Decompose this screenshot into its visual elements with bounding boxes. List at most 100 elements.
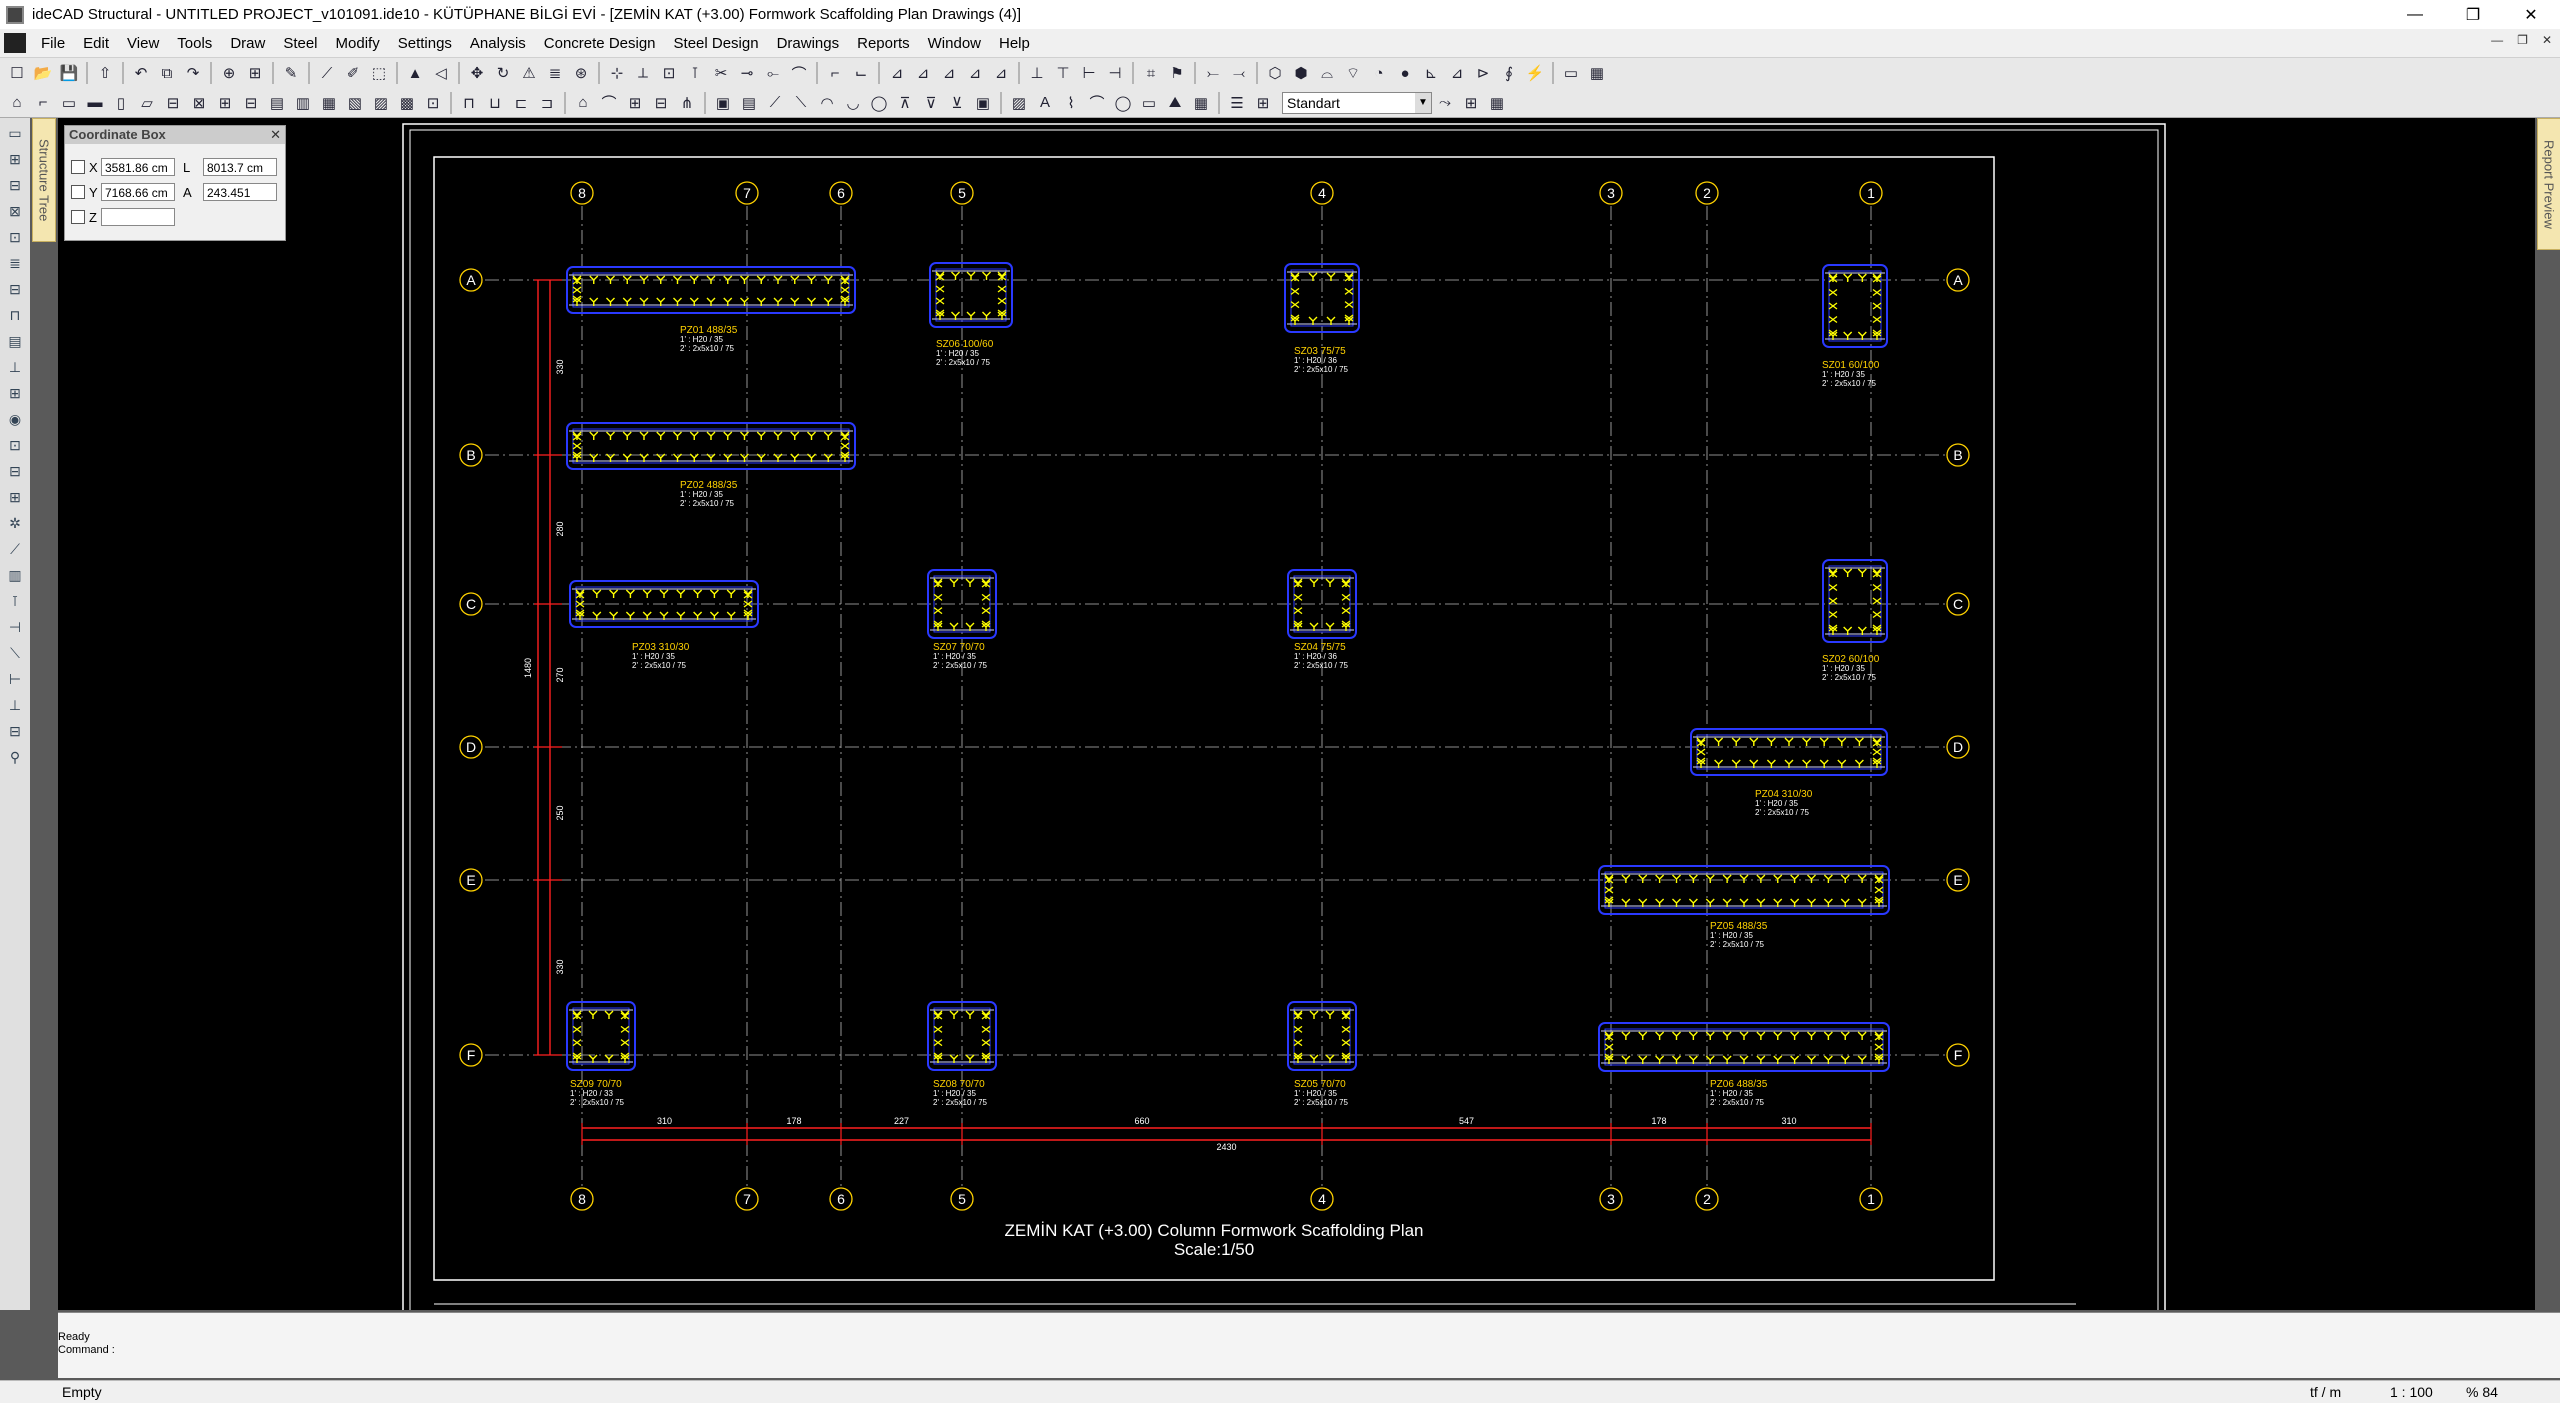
tb2-tool-8-icon[interactable]: ⊞ xyxy=(214,92,236,114)
left-tool-11-icon[interactable]: ◉ xyxy=(4,408,26,430)
tb2-tool-30-icon[interactable]: ▤ xyxy=(738,92,760,114)
tb2-tool-24-icon[interactable]: ⌒ xyxy=(598,92,620,114)
tb2-tool-7-icon[interactable]: ⊠ xyxy=(188,92,210,114)
tb1-tool-22-icon[interactable]: ✥ xyxy=(466,62,488,84)
menu-edit[interactable]: Edit xyxy=(74,35,118,52)
tb2-tool-10-icon[interactable]: ▤ xyxy=(266,92,288,114)
mdi-minimize-button[interactable]: — xyxy=(2491,33,2503,47)
left-tool-9-icon[interactable]: ⊥ xyxy=(4,356,26,378)
z-field[interactable] xyxy=(101,208,175,226)
tb1-tool-59-icon[interactable]: ⌓ xyxy=(1316,62,1338,84)
tb2-tool-19-icon[interactable]: ⊔ xyxy=(484,92,506,114)
tb1-tool-20-icon[interactable]: ◁ xyxy=(430,62,452,84)
tb1-tool-23-icon[interactable]: ↻ xyxy=(492,62,514,84)
tb2-tool-29-icon[interactable]: ▣ xyxy=(712,92,734,114)
x-lock-checkbox[interactable] xyxy=(71,160,85,174)
tb1-tool-33-icon[interactable]: ⊸ xyxy=(736,62,758,84)
tb1-tool-67-icon[interactable]: ⚡ xyxy=(1524,62,1546,84)
z-lock-checkbox[interactable] xyxy=(71,210,85,224)
tb1-tool-0-icon[interactable]: ☐ xyxy=(6,62,28,84)
tb2-tool-26-icon[interactable]: ⊟ xyxy=(650,92,672,114)
menu-reports[interactable]: Reports xyxy=(848,35,919,52)
tb1-tool-66-icon[interactable]: ∮ xyxy=(1498,62,1520,84)
menu-draw[interactable]: Draw xyxy=(221,35,274,52)
close-button[interactable]: ✕ xyxy=(2502,0,2560,29)
tb2-tool-18-icon[interactable]: ⊓ xyxy=(458,92,480,114)
tb1-tool-4-icon[interactable]: ⇧ xyxy=(94,62,116,84)
tb2-tool-34-icon[interactable]: ◡ xyxy=(842,92,864,114)
left-tool-24-icon[interactable]: ⚲ xyxy=(4,746,26,768)
a-field[interactable]: 243.451 xyxy=(203,183,277,201)
tb2-tool-42-icon[interactable]: A xyxy=(1034,92,1056,114)
tb2-tool-9-icon[interactable]: ⊟ xyxy=(240,92,262,114)
tb2-tool-4-icon[interactable]: ▯ xyxy=(110,92,132,114)
layout-tool-0-icon[interactable]: ⤳ xyxy=(1434,92,1456,114)
tb1-tool-52-icon[interactable]: ⚑ xyxy=(1166,62,1188,84)
tb2-tool-13-icon[interactable]: ▧ xyxy=(344,92,366,114)
tb2-tool-20-icon[interactable]: ⊏ xyxy=(510,92,532,114)
tb1-tool-6-icon[interactable]: ↶ xyxy=(130,62,152,84)
scale-indicator[interactable]: 1 : 100 xyxy=(2390,1384,2433,1400)
layout-tool-2-icon[interactable]: ▦ xyxy=(1486,92,1508,114)
tb1-tool-42-icon[interactable]: ⊿ xyxy=(938,62,960,84)
tb1-tool-28-icon[interactable]: ⊹ xyxy=(606,62,628,84)
tb1-tool-1-icon[interactable]: 📂 xyxy=(32,62,54,84)
left-tool-2-icon[interactable]: ⊟ xyxy=(4,174,26,196)
tb2-tool-21-icon[interactable]: ⊐ xyxy=(536,92,558,114)
style-select[interactable]: Standart ▼ xyxy=(1282,91,1432,114)
mdi-close-button[interactable]: ✕ xyxy=(2542,33,2552,47)
menu-help[interactable]: Help xyxy=(990,35,1039,52)
tb2-tool-6-icon[interactable]: ⊟ xyxy=(162,92,184,114)
tb2-tool-27-icon[interactable]: ⋔ xyxy=(676,92,698,114)
left-tool-20-icon[interactable]: ⟍ xyxy=(4,642,26,664)
tb1-tool-13-icon[interactable]: ✎ xyxy=(280,62,302,84)
tb1-tool-29-icon[interactable]: ⟂ xyxy=(632,62,654,84)
tb1-tool-2-icon[interactable]: 💾 xyxy=(58,62,80,84)
tb2-tool-47-icon[interactable]: ⛰ xyxy=(1164,92,1186,114)
tb2-tool-37-icon[interactable]: ⊽ xyxy=(920,92,942,114)
tb2-tool-46-icon[interactable]: ▭ xyxy=(1138,92,1160,114)
tb1-tool-69-icon[interactable]: ▭ xyxy=(1560,62,1582,84)
menu-tools[interactable]: Tools xyxy=(168,35,221,52)
tb1-tool-62-icon[interactable]: ● xyxy=(1394,62,1416,84)
tb1-tool-30-icon[interactable]: ⊡ xyxy=(658,62,680,84)
left-tool-22-icon[interactable]: ⊥ xyxy=(4,694,26,716)
tb1-tool-51-icon[interactable]: ⌗ xyxy=(1140,62,1162,84)
tb2-tool-5-icon[interactable]: ▱ xyxy=(136,92,158,114)
tb1-tool-24-icon[interactable]: ⚠ xyxy=(518,62,540,84)
left-tool-23-icon[interactable]: ⊟ xyxy=(4,720,26,742)
tb2-tool-25-icon[interactable]: ⊞ xyxy=(624,92,646,114)
tb1-tool-34-icon[interactable]: ⟜ xyxy=(762,62,784,84)
minimize-button[interactable]: — xyxy=(2386,0,2444,29)
tb2-tool-0-icon[interactable]: ⌂ xyxy=(6,92,28,114)
tb1-tool-35-icon[interactable]: ⌒ xyxy=(788,62,810,84)
left-tool-3-icon[interactable]: ⊠ xyxy=(4,200,26,222)
tb2-tool-51-icon[interactable]: ⊞ xyxy=(1252,92,1274,114)
tb2-tool-33-icon[interactable]: ◠ xyxy=(816,92,838,114)
left-tool-18-icon[interactable]: ⊺ xyxy=(4,590,26,612)
tb1-tool-47-icon[interactable]: ⊤ xyxy=(1052,62,1074,84)
left-tool-1-icon[interactable]: ⊞ xyxy=(4,148,26,170)
report-preview-tab[interactable]: Report Preview xyxy=(2537,118,2560,250)
tb1-tool-10-icon[interactable]: ⊕ xyxy=(218,62,240,84)
tb2-tool-3-icon[interactable]: ▬ xyxy=(84,92,106,114)
command-area[interactable]: Ready Command : xyxy=(58,1312,2560,1378)
tb1-tool-48-icon[interactable]: ⊢ xyxy=(1078,62,1100,84)
tb2-tool-32-icon[interactable]: ⟍ xyxy=(790,92,812,114)
structure-tree-tab[interactable]: Structure Tree xyxy=(32,118,56,242)
left-tool-7-icon[interactable]: ⊓ xyxy=(4,304,26,326)
tb1-tool-17-icon[interactable]: ⬚ xyxy=(368,62,390,84)
tb1-tool-63-icon[interactable]: ⊾ xyxy=(1420,62,1442,84)
tb1-tool-40-icon[interactable]: ⊿ xyxy=(886,62,908,84)
tb1-tool-32-icon[interactable]: ✂ xyxy=(710,62,732,84)
left-tool-17-icon[interactable]: ▥ xyxy=(4,564,26,586)
tb1-tool-64-icon[interactable]: ⊿ xyxy=(1446,62,1468,84)
tb2-tool-39-icon[interactable]: ▣ xyxy=(972,92,994,114)
left-tool-13-icon[interactable]: ⊟ xyxy=(4,460,26,482)
tb1-tool-7-icon[interactable]: ⧉ xyxy=(156,62,178,84)
left-tool-0-icon[interactable]: ▭ xyxy=(4,122,26,144)
tb2-tool-35-icon[interactable]: ◯ xyxy=(868,92,890,114)
tb1-tool-15-icon[interactable]: ⟋ xyxy=(316,62,338,84)
tb2-tool-43-icon[interactable]: ⌇ xyxy=(1060,92,1082,114)
tb1-tool-43-icon[interactable]: ⊿ xyxy=(964,62,986,84)
